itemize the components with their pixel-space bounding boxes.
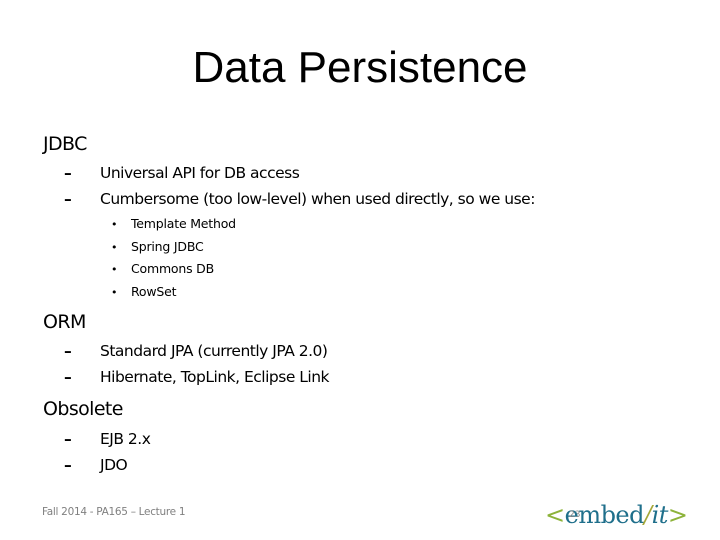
dash-bullet: – (64, 190, 72, 208)
section-heading-jdbc: JDBC (43, 133, 87, 155)
sub-list-item-text: Spring JDBC (131, 239, 204, 254)
list-item-text: JDO (100, 456, 128, 474)
sub-list-item-text: Commons DB (131, 261, 214, 276)
list-item: – Universal API for DB access (64, 164, 300, 182)
page-number: 23 (569, 510, 581, 520)
list-item: – Cumbersome (too low-level) when used di… (64, 190, 535, 208)
footer-text: Fall 2014 - PA165 – Lecture 1 (42, 506, 186, 518)
dash-bullet: – (64, 368, 72, 386)
sub-list-item-text: RowSet (131, 284, 177, 299)
dash-bullet: – (64, 430, 72, 448)
sub-list-item: • Commons DB (111, 261, 214, 276)
dash-bullet: – (64, 164, 72, 182)
logo-suffix: it (651, 501, 669, 529)
sub-list-item-text: Template Method (131, 216, 236, 231)
list-item-text: Hibernate, TopLink, Eclipse Link (100, 368, 330, 386)
slide-content: JDBC – Universal API for DB access – Cumbe… (0, 0, 720, 540)
logo-close-bracket: > (667, 501, 688, 529)
sub-list-item: • Spring JDBC (111, 239, 204, 254)
embedit-logo: <embed/it> (545, 500, 688, 530)
dash-bullet: – (64, 456, 72, 474)
list-item-text: Cumbersome (too low-level) when used dir… (100, 190, 535, 208)
logo-open-bracket: < (545, 501, 565, 529)
sub-list-item: • Template Method (111, 216, 236, 231)
list-item-text: Universal API for DB access (100, 164, 300, 182)
list-item-text: EJB 2.x (100, 430, 151, 448)
list-item: – Standard JPA (currently JPA 2.0) (64, 342, 328, 360)
section-heading-obsolete: Obsolete (43, 398, 123, 420)
section-heading-orm: ORM (43, 311, 86, 333)
list-item: – EJB 2.x (64, 430, 151, 448)
logo-slash: / (644, 501, 652, 529)
sub-list-item: • RowSet (111, 284, 177, 299)
dot-bullet: • (111, 263, 118, 276)
dot-bullet: • (111, 218, 118, 231)
list-item-text: Standard JPA (currently JPA 2.0) (100, 342, 328, 360)
list-item: – Hibernate, TopLink, Eclipse Link (64, 368, 330, 386)
dash-bullet: – (64, 342, 72, 360)
list-item: – JDO (64, 456, 128, 474)
dot-bullet: • (111, 241, 118, 254)
dot-bullet: • (111, 286, 118, 299)
